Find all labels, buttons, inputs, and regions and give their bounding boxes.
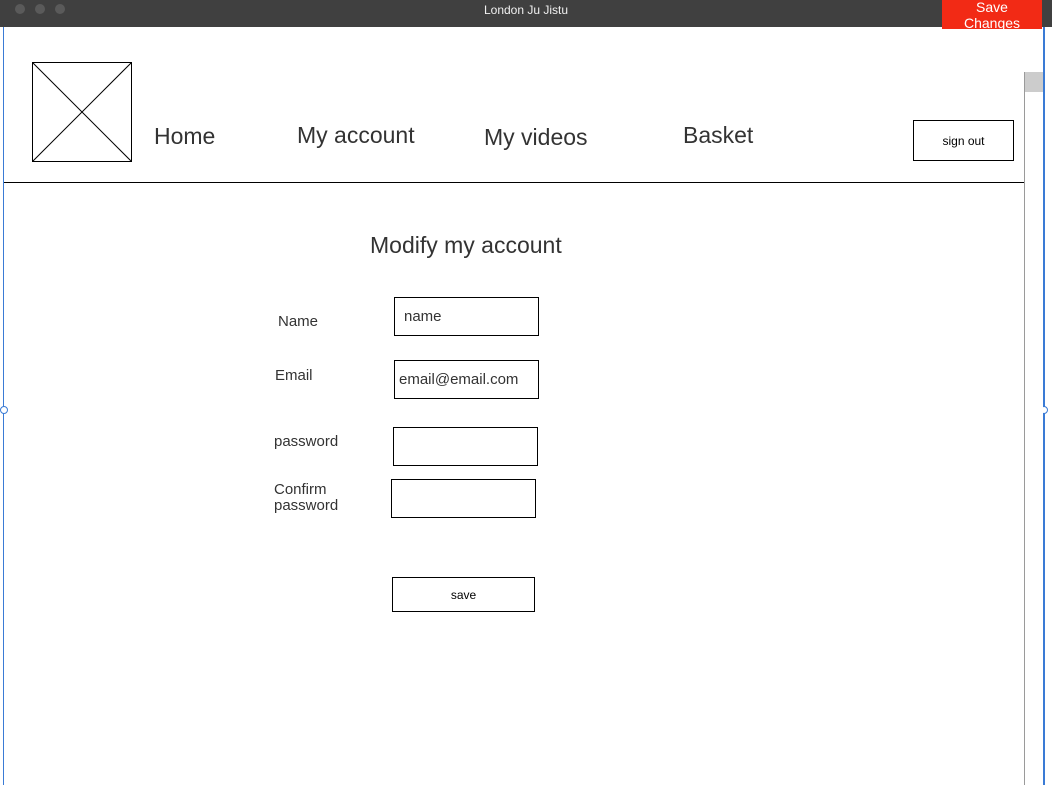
email-label: Email: [275, 367, 313, 384]
nav-link-home[interactable]: Home: [154, 123, 215, 150]
confirm-password-label: Confirm password: [274, 481, 339, 514]
sign-out-button[interactable]: sign out: [913, 120, 1014, 161]
email-input[interactable]: [394, 360, 539, 399]
name-input[interactable]: [394, 297, 539, 336]
confirm-password-input[interactable]: [391, 479, 536, 518]
scrollbar-thumb[interactable]: [1025, 72, 1043, 92]
nav-link-my-videos[interactable]: My videos: [484, 124, 588, 151]
vertical-scrollbar[interactable]: [1024, 72, 1043, 785]
resize-handle-left[interactable]: [0, 406, 8, 414]
password-input[interactable]: [393, 427, 538, 466]
name-label: Name: [278, 313, 319, 330]
password-label: password: [274, 433, 339, 450]
nav-link-my-account[interactable]: My account: [297, 122, 415, 149]
nav-link-basket[interactable]: Basket: [683, 122, 753, 149]
page-title: Modify my account: [370, 232, 562, 258]
save-button[interactable]: save: [392, 577, 535, 612]
logo-image-placeholder: [32, 62, 132, 162]
image-placeholder-icon: [33, 63, 131, 161]
window-title: London Ju Jistu: [483, 3, 569, 17]
window-titlebar: London Ju Jistu: [0, 0, 1052, 27]
save-changes-button[interactable]: Save Changes: [942, 0, 1042, 31]
header-divider: [4, 182, 1024, 183]
